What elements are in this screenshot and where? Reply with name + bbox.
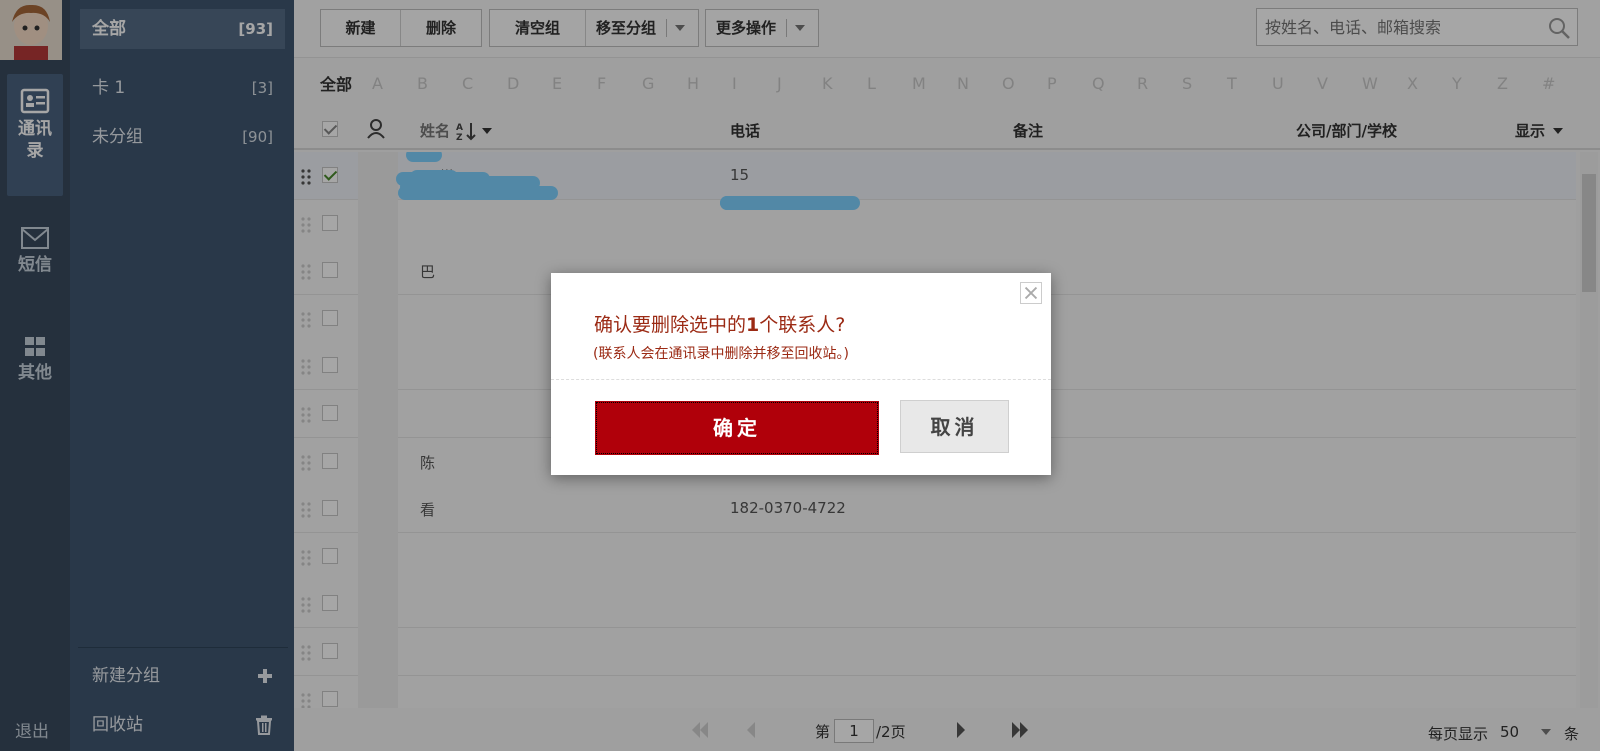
delete-confirm-dialog: 确认要删除选中的1个联系人? (联系人会在通讯录中删除并移至回收站。) 确定 取… [551, 273, 1051, 475]
dialog-title-count: 1 [746, 314, 760, 336]
dialog-title: 确认要删除选中的1个联系人? [594, 310, 845, 337]
close-icon[interactable] [1020, 282, 1042, 304]
cancel-button[interactable]: 取消 [900, 400, 1009, 453]
dialog-subtitle: (联系人会在通讯录中删除并移至回收站。) [593, 346, 849, 362]
confirm-button[interactable]: 确定 [595, 401, 879, 455]
dialog-title-post: 个联系人? [759, 314, 846, 336]
dialog-divider [551, 379, 1051, 380]
dialog-title-pre: 确认要删除选中的 [594, 314, 747, 336]
